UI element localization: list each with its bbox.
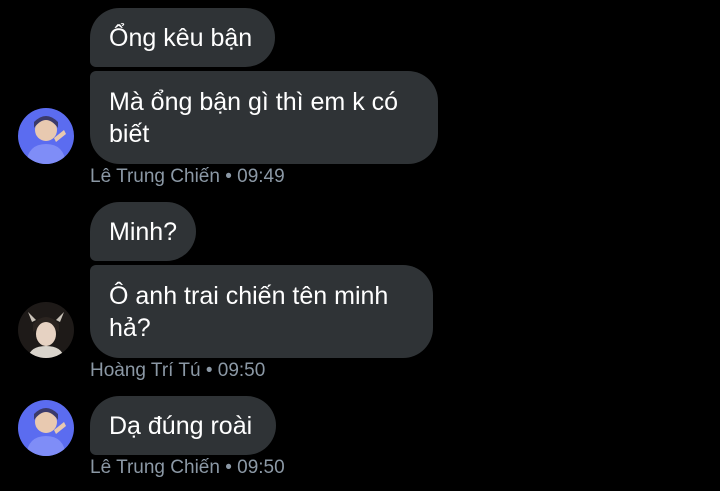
sender-name[interactable]: Lê Trung Chiến — [90, 457, 220, 478]
message-meta: Hoàng Trí Tú • 09:50 — [90, 360, 265, 382]
meta-separator: • — [219, 166, 238, 187]
message-text: Ô anh trai chiến tên minh hả? — [109, 281, 389, 342]
avatar-photo-icon — [18, 108, 74, 164]
meta-separator: • — [200, 360, 218, 381]
message-bubble[interactable]: Minh? — [90, 202, 196, 261]
avatar[interactable] — [18, 400, 74, 456]
avatar-photo-icon — [18, 400, 74, 456]
sender-name[interactable]: Hoàng Trí Tú — [90, 360, 201, 381]
message-time: 09:50 — [237, 457, 285, 478]
message-time: 09:50 — [217, 360, 266, 381]
message-bubble[interactable]: Ổng kêu bận — [90, 8, 275, 67]
message-text: Mà ổng bận gì thì em k có biết — [109, 87, 399, 148]
message-meta: Lê Trung Chiến • 09:50 — [90, 457, 285, 479]
conversation-screen: { "messages": [ { "text": "Ổng kêu bận" … — [0, 0, 720, 491]
avatar-photo-icon — [18, 302, 74, 358]
message-text: Dạ đúng roài — [109, 411, 253, 440]
message-time: 09:49 — [237, 166, 285, 187]
avatar[interactable] — [18, 302, 74, 358]
message-text: Minh? — [109, 217, 178, 246]
message-meta: Lê Trung Chiến • 09:49 — [90, 166, 285, 188]
sender-name[interactable]: Lê Trung Chiến — [90, 166, 220, 187]
message-text: Ổng kêu bận — [109, 23, 253, 52]
avatar[interactable] — [18, 108, 74, 164]
message-bubble[interactable]: Ô anh trai chiến tên minh hả? — [90, 265, 433, 358]
message-bubble[interactable]: Mà ổng bận gì thì em k có biết — [90, 71, 438, 164]
meta-separator: • — [219, 457, 238, 478]
message-bubble[interactable]: Dạ đúng roài — [90, 396, 276, 455]
